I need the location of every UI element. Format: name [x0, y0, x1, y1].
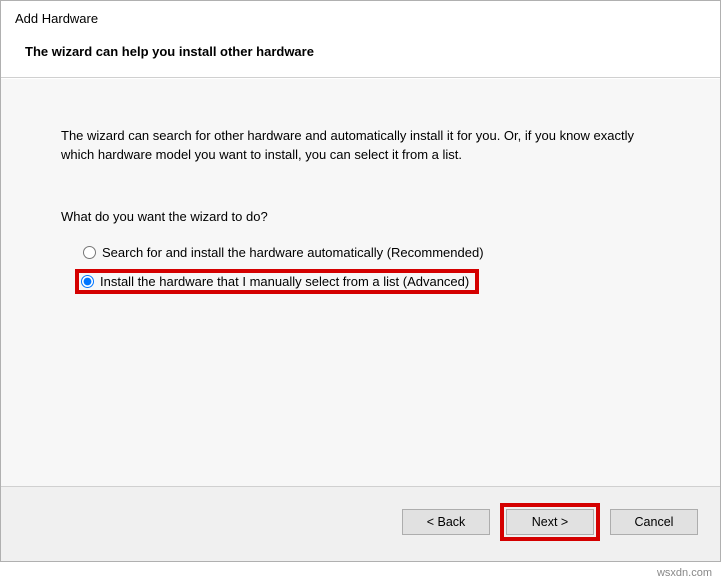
cancel-button[interactable]: Cancel	[610, 509, 698, 535]
radio-option-automatic[interactable]: Search for and install the hardware auto…	[79, 242, 660, 263]
wizard-content: The wizard can search for other hardware…	[1, 78, 720, 486]
radio-label-manual[interactable]: Install the hardware that I manually sel…	[100, 274, 469, 289]
radio-option-manual[interactable]: Install the hardware that I manually sel…	[75, 269, 479, 294]
radio-input-manual[interactable]	[81, 275, 94, 288]
watermark-text: wsxdn.com	[657, 567, 712, 579]
wizard-heading: The wizard can help you install other ha…	[15, 44, 706, 59]
wizard-radio-group: Search for and install the hardware auto…	[61, 242, 660, 294]
add-hardware-wizard-window: Add Hardware The wizard can help you ins…	[0, 0, 721, 562]
radio-input-automatic[interactable]	[83, 246, 96, 259]
next-button-highlight: Next >	[500, 503, 600, 541]
window-title: Add Hardware	[15, 11, 706, 44]
cancel-button-wrap: Cancel	[608, 503, 700, 541]
back-button-wrap: < Back	[400, 503, 492, 541]
next-button[interactable]: Next >	[506, 509, 594, 535]
radio-label-automatic[interactable]: Search for and install the hardware auto…	[102, 245, 484, 260]
back-button[interactable]: < Back	[402, 509, 490, 535]
wizard-intro-text: The wizard can search for other hardware…	[61, 127, 660, 165]
wizard-header: Add Hardware The wizard can help you ins…	[1, 1, 720, 78]
wizard-question: What do you want the wizard to do?	[61, 209, 660, 224]
wizard-button-bar: < Back Next > Cancel	[1, 486, 720, 561]
